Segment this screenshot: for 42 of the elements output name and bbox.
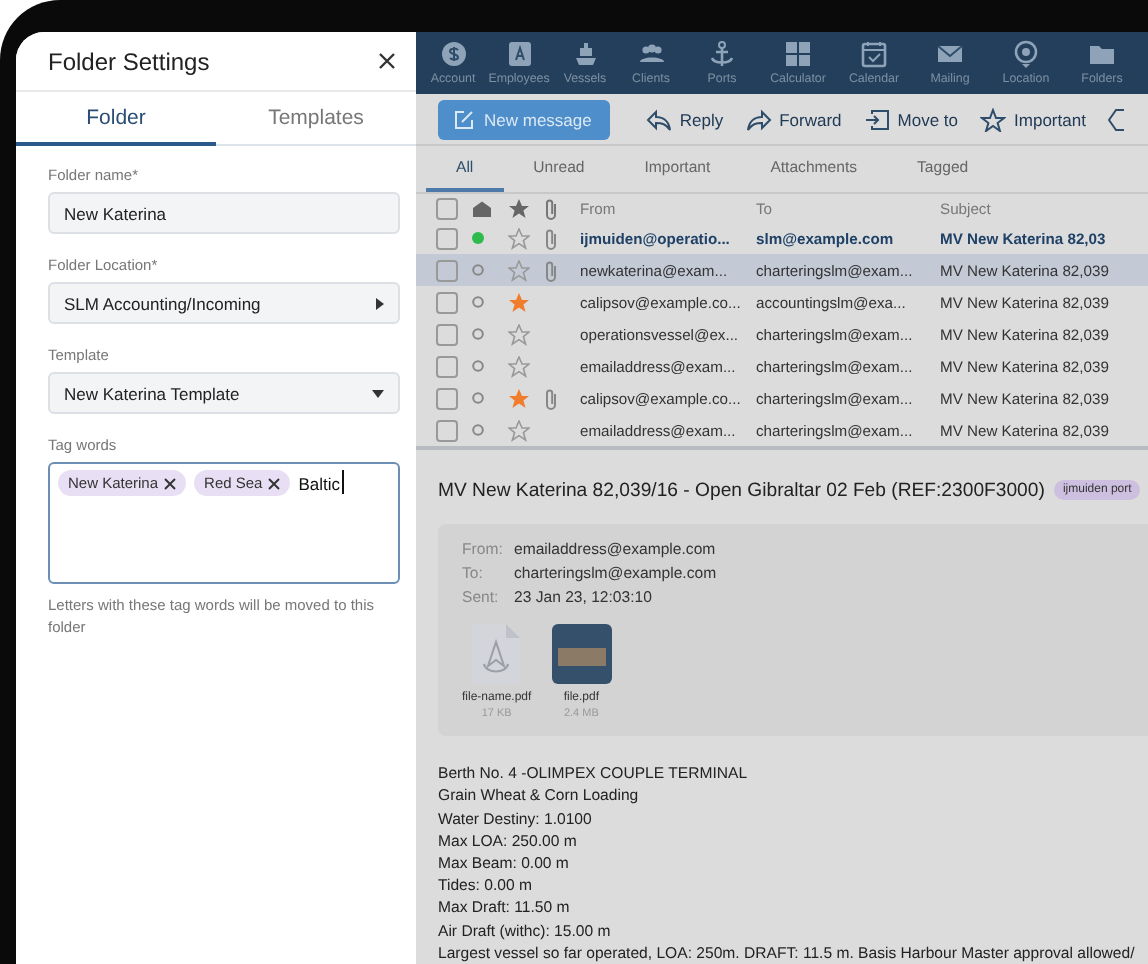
checkbox[interactable] xyxy=(436,227,458,250)
calendar-icon xyxy=(860,40,888,69)
envelope-icon xyxy=(472,199,492,218)
panel-title: Folder Settings xyxy=(48,47,210,75)
ship-icon xyxy=(571,40,599,69)
grid-icon xyxy=(784,40,812,69)
forward-arrow-icon xyxy=(745,107,772,132)
panel-tab[interactable]: Folder xyxy=(16,92,216,146)
photo-placeholder xyxy=(551,624,612,685)
remove-x-icon[interactable] xyxy=(268,477,281,489)
input-field[interactable]: New Katerina xyxy=(48,192,400,234)
panel-tab[interactable]: Templates xyxy=(216,92,416,146)
caret-icon xyxy=(372,389,384,397)
toolbar-button[interactable]: Forward xyxy=(745,107,842,132)
checkbox[interactable] xyxy=(436,419,458,442)
checkbox[interactable] xyxy=(436,355,458,378)
toolbar-button[interactable]: Move to xyxy=(863,107,959,132)
reply-arrow-icon xyxy=(645,107,672,132)
badge-icon xyxy=(505,40,533,69)
checkbox[interactable] xyxy=(436,197,458,220)
paperclip-icon xyxy=(544,197,558,220)
close-button[interactable] xyxy=(374,48,400,74)
input-field[interactable]: SLM Accounting/Incoming xyxy=(48,282,400,324)
anchor-icon xyxy=(708,40,736,69)
folder-icon xyxy=(1088,40,1116,69)
location-pin-icon xyxy=(1012,40,1040,69)
toolbar-button[interactable]: Reply xyxy=(645,107,724,132)
edit-icon xyxy=(454,109,474,130)
toolbar-button[interactable]: Important xyxy=(980,107,1086,132)
checkbox[interactable] xyxy=(436,387,458,410)
checkbox[interactable] xyxy=(436,259,458,282)
move-arrow-icon xyxy=(863,107,890,132)
star-icon xyxy=(508,197,530,220)
coin-icon xyxy=(439,40,467,69)
checkbox[interactable] xyxy=(436,291,458,314)
input-field[interactable]: New Katerina Template xyxy=(48,372,400,414)
message-subject: MV New Katerina 82,039/16 - Open Gibraltar 02 Feb (REF:2300F3000) xyxy=(438,479,1045,502)
remove-x-icon[interactable] xyxy=(164,477,177,489)
star-icon xyxy=(980,107,1007,132)
caret-icon xyxy=(376,297,384,309)
checkbox[interactable] xyxy=(436,323,458,346)
document-icon xyxy=(472,624,521,685)
